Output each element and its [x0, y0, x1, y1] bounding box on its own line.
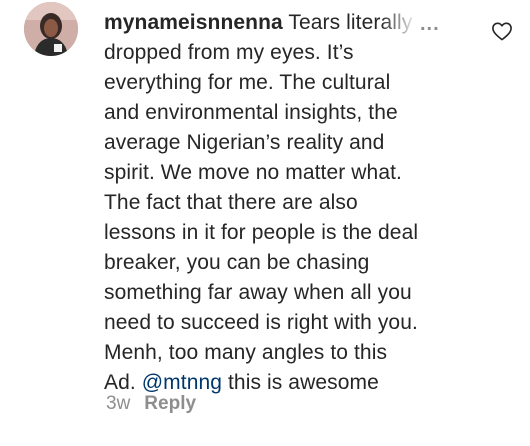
username-link[interactable]: mynameisnnenna: [104, 11, 283, 34]
comment-line: breaker, you can be chasing: [104, 251, 370, 274]
comment-line: something far away when all you: [104, 281, 412, 304]
more-options-button[interactable]: ...: [420, 14, 440, 34]
reply-button[interactable]: Reply: [144, 393, 196, 415]
mention-link[interactable]: @mtnng: [142, 371, 222, 394]
comment-line: spirit. We move no matter what.: [104, 161, 402, 184]
timestamp[interactable]: 3w: [106, 393, 130, 415]
comment-text-faded: rally: [373, 11, 413, 34]
comment-line: The fact that there are also: [104, 191, 358, 214]
comment-line: lessons in it for people is the deal: [104, 221, 419, 244]
comment-line: and environmental insights, the: [104, 101, 398, 124]
avatar-photo: [24, 2, 78, 56]
comment-body: mynameisnnenna Tears literally dropped f…: [104, 8, 489, 398]
comment-line: dropped from my eyes. It’s: [104, 41, 354, 64]
avatar[interactable]: [24, 2, 78, 56]
comment-meta: 3w Reply: [106, 393, 196, 415]
comment-text: Tears lite: [288, 11, 374, 34]
comment-line: need to succeed is right with you.: [104, 311, 418, 334]
heart-outline-icon[interactable]: [491, 21, 513, 41]
comment-text: this is awesome: [222, 371, 379, 394]
comment-text: Ad.: [104, 371, 142, 394]
comment-line: everything for me. The cultural: [104, 71, 391, 94]
comment-line: average Nigerian’s reality and: [104, 131, 385, 154]
comment-line: Menh, too many angles to this: [104, 341, 388, 364]
